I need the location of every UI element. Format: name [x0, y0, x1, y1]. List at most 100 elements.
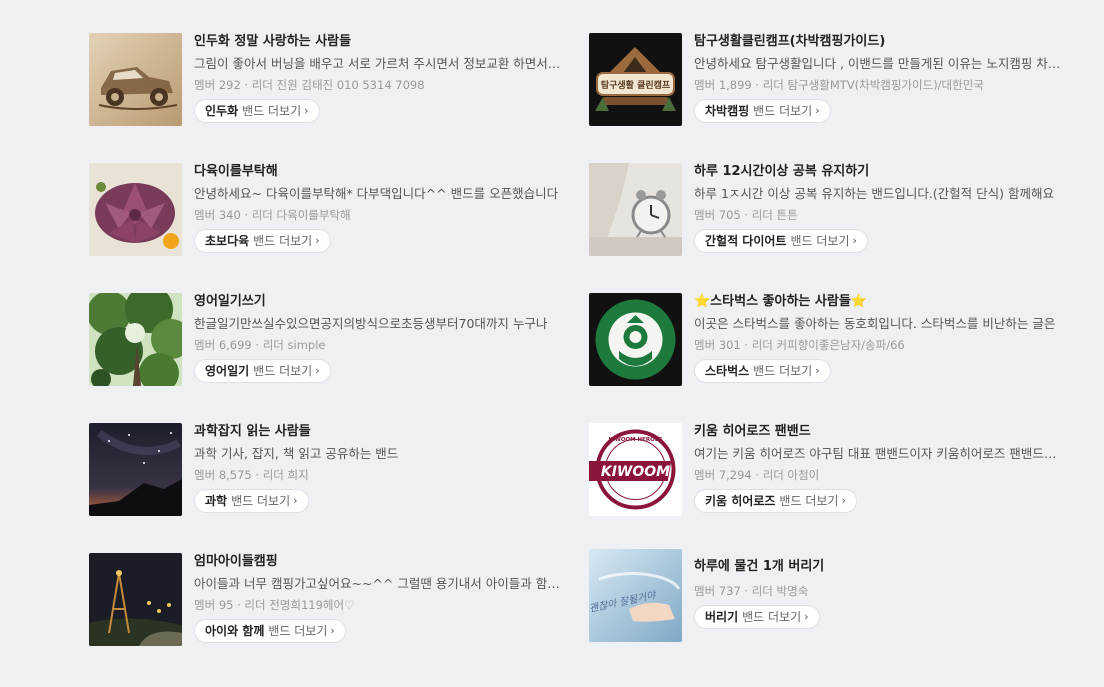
band-thumbnail[interactable]: KIWOOM HEROES KIWOOM [589, 423, 682, 516]
band-description: 안녕하세요 탐구생활입니다 , 이밴드를 만들게된 이유는 노지캠핑 차박캠핑을… [694, 56, 1064, 71]
band-more-label: 밴드 더보기 [253, 234, 313, 248]
band-card[interactable]: 과학잡지 읽는 사람들 과학 기사, 잡지, 책 읽고 공유하는 밴드 멤버 8… [89, 423, 569, 519]
band-more-label: 밴드 더보기 [242, 104, 302, 118]
band-card[interactable]: 탐구생활 클린캠프 탐구생활클린캠프(차박캠핑가이드) 안녕하세요 탐구생활입니… [589, 33, 1069, 129]
band-title[interactable]: 하루 12시간이상 공복 유지하기 [694, 163, 1064, 181]
band-tag: 과학 [205, 494, 228, 508]
band-more-button[interactable]: 과학 밴드 더보기 › [194, 489, 309, 513]
band-tag: 초보다육 [205, 234, 250, 248]
band-meta: 멤버 6,699 · 리더 simple [194, 338, 326, 352]
band-title[interactable]: 다육이를부탁해 [194, 163, 564, 181]
band-title[interactable]: 과학잡지 읽는 사람들 [194, 423, 564, 441]
band-more-label: 밴드 더보기 [790, 234, 850, 248]
band-more-button[interactable]: 차박캠핑 밴드 더보기 › [694, 99, 831, 123]
band-thumbnail[interactable]: 탐구생활 클린캠프 [589, 33, 682, 126]
band-more-label: 밴드 더보기 [253, 364, 313, 378]
chevron-right-icon: › [804, 610, 809, 623]
band-meta: 멤버 292 · 리더 진원 김태진 010 5314 7098 [194, 78, 425, 92]
band-tag: 차박캠핑 [705, 104, 750, 118]
band-card[interactable]: ⭐스타벅스 좋아하는 사람들⭐ 이곳은 스타벅스를 좋아하는 동호회입니다. 스… [589, 293, 1069, 389]
band-tag: 간헐적 다이어트 [705, 234, 787, 248]
band-description: 이곳은 스타벅스를 좋아하는 동호회입니다. 스타벅스를 비난하는 글은 [694, 316, 1056, 331]
band-thumbnail[interactable] [89, 423, 182, 516]
band-more-button[interactable]: 스타벅스 밴드 더보기 › [694, 359, 831, 383]
band-meta: 멤버 8,575 · 리더 희지 [194, 468, 309, 482]
band-more-label: 밴드 더보기 [753, 104, 813, 118]
band-more-button[interactable]: 아이와 함께 밴드 더보기 › [194, 619, 346, 643]
band-thumbnail[interactable] [89, 553, 182, 646]
band-description: 과학 기사, 잡지, 책 읽고 공유하는 밴드 [194, 446, 399, 461]
band-card[interactable]: 하루 12시간이상 공복 유지하기 하루 1ㅈ시간 이상 공복 유지하는 밴드입… [589, 163, 1069, 259]
chevron-right-icon: › [815, 364, 820, 377]
band-meta: 멤버 737 · 리더 박명숙 [694, 584, 809, 598]
band-meta: 멤버 340 · 리더 다육이를부탁해 [194, 208, 351, 222]
band-title[interactable]: 인두화 정말 사랑하는 사람들 [194, 33, 564, 51]
chevron-right-icon: › [330, 624, 335, 637]
band-description: 그림이 좋아서 버닝을 배우고 서로 가르처 주시면서 정보교환 하면서 즐거운… [194, 56, 564, 71]
band-meta: 멤버 1,899 · 리더 탐구생활MTV(차박캠핑가이드)/대한민국 [694, 78, 984, 92]
band-more-label: 밴드 더보기 [779, 494, 839, 508]
band-card[interactable]: KIWOOM HEROES KIWOOM 키움 히어로즈 팬밴드 여기는 키움 … [589, 423, 1069, 519]
band-card[interactable]: 괜찮아 잘될거야 하루에 물건 1개 버리기 멤버 737 · 리더 박명숙 버… [589, 549, 1069, 645]
band-more-button[interactable]: 영어일기 밴드 더보기 › [194, 359, 331, 383]
band-card[interactable]: 다육이를부탁해 안녕하세요~ 다육이를부탁해* 다부댁입니다^^ 밴드를 오픈했… [89, 163, 569, 259]
night-sky-icon [89, 423, 182, 516]
band-title[interactable]: 영어일기쓰기 [194, 293, 564, 311]
band-thumbnail[interactable] [89, 293, 182, 386]
chevron-right-icon: › [841, 494, 846, 507]
band-meta: 멤버 95 · 리더 전명희119헤어♡ [194, 598, 355, 612]
band-card[interactable]: 영어일기쓰기 한글일기만쓰실수있으면공지의방식으로초등생부터70대까지 누구나 … [89, 293, 569, 389]
starbucks-logo-icon [589, 293, 682, 386]
chevron-right-icon: › [304, 104, 309, 117]
band-thumbnail[interactable] [89, 33, 182, 126]
band-tag: 아이와 함께 [205, 624, 265, 638]
kiwoom-ring-text: KIWOOM HEROES [608, 437, 662, 443]
alarm-clock-icon [589, 163, 682, 256]
svg-text:탐구생활 클린캠프: 탐구생활 클린캠프 [601, 79, 671, 91]
band-tag: 영어일기 [205, 364, 250, 378]
succulent-icon [89, 163, 182, 256]
band-description: 안녕하세요~ 다육이를부탁해* 다부댁입니다^^ 밴드를 오픈했습니다 [194, 186, 559, 201]
band-more-label: 밴드 더보기 [742, 610, 802, 624]
night-camp-icon [89, 553, 182, 646]
band-tag: 버리기 [705, 610, 739, 624]
tree-canopy-icon [89, 293, 182, 386]
vintage-car-icon [89, 33, 182, 126]
band-description: 하루 1ㅈ시간 이상 공복 유지하는 밴드입니다.(간헐적 단식) 함께해요 [694, 186, 1054, 201]
chevron-right-icon: › [315, 234, 320, 247]
band-tag: 키움 히어로즈 [705, 494, 776, 508]
chevron-right-icon: › [815, 104, 820, 117]
band-more-button[interactable]: 키움 히어로즈 밴드 더보기 › [694, 489, 857, 513]
band-more-button[interactable]: 초보다육 밴드 더보기 › [194, 229, 331, 253]
band-more-label: 밴드 더보기 [753, 364, 813, 378]
band-more-label: 밴드 더보기 [268, 624, 328, 638]
camping-logo-icon: 탐구생활 클린캠프 [589, 33, 682, 126]
band-more-button[interactable]: 간헐적 다이어트 밴드 더보기 › [694, 229, 868, 253]
band-thumbnail[interactable] [589, 293, 682, 386]
band-thumbnail[interactable] [89, 163, 182, 256]
band-tag: 인두화 [205, 104, 239, 118]
band-card[interactable]: 인두화 정말 사랑하는 사람들 그림이 좋아서 버닝을 배우고 서로 가르처 주… [89, 33, 569, 129]
band-more-button[interactable]: 버리기 밴드 더보기 › [694, 605, 820, 629]
band-more-button[interactable]: 인두화 밴드 더보기 › [194, 99, 320, 123]
chevron-right-icon: › [852, 234, 857, 247]
band-description: 한글일기만쓰실수있으면공지의방식으로초등생부터70대까지 누구나 [194, 316, 548, 331]
band-card[interactable]: 엄마아이들캠핑 아이들과 너무 캠핑가고싶어요~~^^ 그럴땐 용기내서 아이들… [89, 553, 569, 649]
band-title[interactable]: 엄마아이들캠핑 [194, 553, 564, 571]
band-title[interactable]: 하루에 물건 1개 버리기 [694, 558, 1064, 576]
band-thumbnail[interactable]: 괜찮아 잘될거야 [589, 549, 682, 642]
kiwoom-logo-text: KIWOOM [601, 464, 670, 480]
band-description: 여기는 키움 히어로즈 야구팀 대표 팬밴드이자 키움히어로즈 팬밴드입니다 [694, 446, 1064, 461]
kiwoom-logo-icon: KIWOOM HEROES KIWOOM [589, 423, 682, 516]
band-title[interactable]: 탐구생활클린캠프(차박캠핑가이드) [694, 33, 1064, 51]
band-meta: 멤버 301 · 리더 커피향이좋은남자/송파/66 [694, 338, 905, 352]
band-meta: 멤버 7,294 · 리더 아첨이 [694, 468, 820, 482]
band-tag: 스타벅스 [705, 364, 750, 378]
band-title[interactable]: ⭐스타벅스 좋아하는 사람들⭐ [694, 293, 1064, 311]
band-title[interactable]: 키움 히어로즈 팬밴드 [694, 423, 1064, 441]
band-thumbnail[interactable] [589, 163, 682, 256]
band-description: 아이들과 너무 캠핑가고싶어요~~^^ 그럴땐 용기내서 아이들과 함께 캠핑가… [194, 576, 564, 591]
chevron-right-icon: › [293, 494, 298, 507]
band-more-label: 밴드 더보기 [231, 494, 291, 508]
hand-water-icon: 괜찮아 잘될거야 [589, 549, 682, 642]
